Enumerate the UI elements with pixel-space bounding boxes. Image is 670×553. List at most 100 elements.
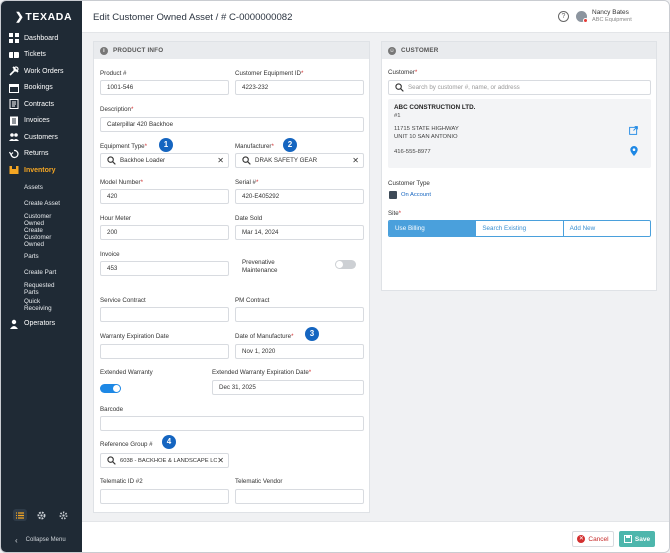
clear-equipment-type-icon[interactable]: ✕ bbox=[217, 156, 224, 165]
sidebar-subitem-create-customer-owned[interactable]: Create Customer Owned bbox=[1, 227, 61, 248]
extended-warranty-toggle[interactable] bbox=[100, 384, 121, 393]
sidebar-item-label: Work Orders bbox=[24, 67, 64, 75]
sidebar-subitem-quick-receiving[interactable]: Quick Receiving bbox=[1, 298, 52, 312]
settings-button[interactable] bbox=[35, 509, 49, 521]
save-disk-icon bbox=[623, 535, 632, 543]
site-add-new-button[interactable]: Add New bbox=[562, 221, 650, 236]
operator-icon bbox=[10, 319, 18, 329]
map-pin-icon[interactable] bbox=[630, 146, 638, 156]
telematic-id-field[interactable] bbox=[100, 489, 229, 504]
barcode-field[interactable] bbox=[100, 416, 364, 431]
search-placeholder: Search by customer #, name, or address bbox=[408, 84, 520, 91]
logo-text: TEXADA bbox=[25, 11, 73, 23]
page-title: Edit Customer Owned Asset / # C-00000000… bbox=[93, 12, 293, 23]
calendar-icon bbox=[9, 83, 19, 93]
sidebar-item-invoices[interactable]: Invoices bbox=[1, 113, 82, 130]
model-number-label: Model Number* bbox=[100, 179, 144, 186]
sidebar-bottom-tools bbox=[1, 509, 82, 521]
telematic-vendor-field[interactable] bbox=[235, 489, 364, 504]
sidebar-item-customers[interactable]: Customers bbox=[1, 129, 82, 146]
sidebar-item-operators[interactable]: Operators bbox=[1, 316, 82, 333]
sidebar-item-label: Inventory bbox=[24, 166, 56, 174]
sidebar-subitem-requested-parts[interactable]: Requested Parts bbox=[1, 282, 54, 296]
customer-label: Customer* bbox=[388, 69, 418, 76]
sidebar-item-label: Contracts bbox=[24, 100, 54, 108]
product-info-header: i PRODUCT INFO bbox=[94, 42, 369, 59]
cancel-button[interactable]: ✕ Cancel bbox=[572, 531, 614, 547]
sidebar-item-dashboard[interactable]: Dashboard bbox=[1, 30, 82, 47]
serial-number-field[interactable]: 420-E405292 bbox=[235, 189, 364, 204]
list-view-button[interactable] bbox=[12, 509, 27, 521]
texada-logo[interactable]: ❯TEXADA bbox=[15, 11, 72, 23]
reference-group-select[interactable]: 6038 - BACKHOE & LANDSCAPE LOA ✕ bbox=[100, 453, 229, 468]
reference-group-label: Reference Group # bbox=[100, 441, 153, 448]
product-number-label: Product # bbox=[100, 70, 127, 77]
customer-equipment-id-field[interactable]: 4223-232 bbox=[235, 80, 364, 95]
telematic-id-label: Telematic ID #2 bbox=[100, 478, 143, 485]
hour-meter-field[interactable]: 200 bbox=[100, 225, 229, 240]
cancel-label: Cancel bbox=[588, 535, 609, 543]
date-of-manufacture-field[interactable]: Nov 1, 2020 bbox=[235, 344, 364, 359]
site-use-billing-button[interactable]: Use Billing bbox=[389, 221, 476, 236]
sidebar-item-bookings[interactable]: Bookings bbox=[1, 80, 82, 97]
site-selector: Use Billing Search Existing Add New bbox=[388, 220, 651, 237]
extended-warranty-expiration-field[interactable]: Dec 31, 2025 bbox=[212, 380, 364, 395]
barcode-label: Barcode bbox=[100, 406, 124, 413]
open-external-icon[interactable] bbox=[629, 126, 638, 135]
callout-badge-3: 3 bbox=[305, 327, 319, 341]
sidebar-item-label: Bookings bbox=[24, 84, 53, 92]
ticket-icon bbox=[9, 51, 19, 58]
collapse-menu-button[interactable]: ‹ Collapse Menu bbox=[1, 532, 82, 548]
sidebar-subitem-create-part[interactable]: Create Part bbox=[1, 269, 82, 276]
invoice-field[interactable]: 453 bbox=[100, 261, 229, 276]
sidebar-item-contracts[interactable]: Contracts bbox=[1, 96, 82, 113]
sidebar-item-label: Customers bbox=[24, 133, 58, 141]
preventative-maintenance-toggle[interactable] bbox=[335, 260, 356, 269]
info-icon: i bbox=[100, 46, 108, 55]
user-name[interactable]: Nancy Bates bbox=[592, 9, 629, 16]
avatar[interactable] bbox=[576, 11, 588, 23]
pm-contract-field[interactable] bbox=[235, 307, 364, 322]
page-header: Edit Customer Owned Asset / # C-00000000… bbox=[82, 1, 669, 33]
sidebar-subitem-customer-owned[interactable]: Customer Owned bbox=[1, 213, 61, 227]
telematic-vendor-label: Telematic Vendor bbox=[235, 478, 283, 485]
sidebar-subitem-create-asset[interactable]: Create Asset bbox=[1, 200, 82, 207]
description-label: Description* bbox=[100, 106, 134, 113]
description-field[interactable]: Caterpillar 420 Backhoe bbox=[100, 117, 364, 132]
user-company: ABC Equipment bbox=[592, 17, 632, 23]
save-button[interactable]: Save bbox=[619, 531, 655, 547]
page-footer: ✕ Cancel Save bbox=[82, 521, 669, 552]
sidebar-item-label: Tickets bbox=[24, 51, 46, 59]
logo-chevron-icon: ❯ bbox=[15, 11, 25, 23]
clear-reference-group-icon[interactable]: ✕ bbox=[217, 456, 224, 465]
service-contract-field[interactable] bbox=[100, 307, 229, 322]
help-icon[interactable]: ? bbox=[558, 11, 569, 22]
preventative-maintenance-label: Prevenative Maintenance bbox=[242, 259, 278, 274]
admin-settings-button[interactable] bbox=[57, 509, 71, 521]
callout-badge-1: 1 bbox=[159, 138, 173, 152]
sidebar-subitem-parts[interactable]: Parts bbox=[1, 253, 82, 260]
panel-title: PRODUCT INFO bbox=[113, 47, 164, 54]
sidebar-item-returns[interactable]: Returns bbox=[1, 146, 82, 163]
sidebar-item-inventory[interactable]: Inventory bbox=[1, 162, 82, 179]
sidebar-item-tickets[interactable]: Tickets bbox=[1, 47, 82, 64]
equipment-type-select[interactable]: Backhoe Loader ✕ bbox=[100, 153, 229, 168]
toggle-knob bbox=[113, 385, 120, 392]
extended-warranty-expiration-label: Extended Warranty Expiration Date* bbox=[212, 369, 312, 376]
clear-manufacturer-icon[interactable]: ✕ bbox=[352, 156, 359, 165]
manufacturer-select[interactable]: DRAK SAFETY GEAR ✕ bbox=[235, 153, 364, 168]
callout-badge-2: 2 bbox=[283, 138, 297, 152]
site-search-existing-button[interactable]: Search Existing bbox=[475, 221, 563, 236]
serial-number-label: Serial #* bbox=[235, 179, 259, 186]
date-of-manufacture-label: Date of Manufacture* bbox=[235, 333, 294, 340]
customer-search-input[interactable]: Search by customer #, name, or address bbox=[388, 80, 651, 95]
search-icon bbox=[395, 83, 404, 92]
product-number-field[interactable]: 1001-546 bbox=[100, 80, 229, 95]
model-number-field[interactable]: 420 bbox=[100, 189, 229, 204]
sidebar-item-work-orders[interactable]: Work Orders bbox=[1, 63, 82, 80]
sidebar-subitem-assets[interactable]: Assets bbox=[1, 184, 82, 191]
date-sold-field[interactable]: Mar 14, 2024 bbox=[235, 225, 364, 240]
wrench-icon bbox=[9, 66, 19, 76]
warranty-expiration-field[interactable] bbox=[100, 344, 229, 359]
chevron-left-icon: ‹ bbox=[15, 535, 18, 545]
